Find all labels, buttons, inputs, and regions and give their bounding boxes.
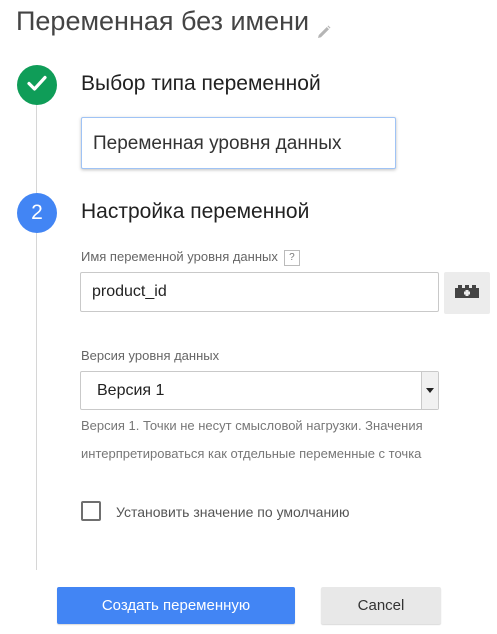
step-1-title: Выбор типа переменной <box>81 72 321 95</box>
page-title: Переменная без имени <box>16 6 331 38</box>
help-icon[interactable]: ? <box>283 250 300 266</box>
default-value-label[interactable]: Установить значение по умолчанию <box>116 504 350 520</box>
step-done-badge <box>17 65 57 105</box>
variable-name-label-text: Имя переменной уровня данных <box>81 249 278 264</box>
cancel-button[interactable]: Cancel <box>321 587 441 624</box>
data-layer-version-select[interactable]: Версия 1 <box>80 371 439 410</box>
chevron-down-icon <box>421 372 438 409</box>
stepper-line <box>36 100 37 570</box>
variable-name-input[interactable]: product_id <box>80 272 439 312</box>
step-2-badge: 2 <box>17 193 57 233</box>
default-value-checkbox[interactable] <box>81 501 101 521</box>
create-variable-button[interactable]: Создать переменную <box>57 587 295 624</box>
variable-name-label: Имя переменной уровня данных? <box>81 249 300 266</box>
version-description-line-2: интерпретироваться как отдельные перемен… <box>81 446 422 461</box>
lego-brick-icon <box>453 282 481 305</box>
variable-type-card[interactable]: Переменная уровня данных <box>81 117 396 169</box>
variable-name-title: Переменная без имени <box>16 6 310 36</box>
checkmark-icon <box>26 72 48 99</box>
version-description-line-1: Версия 1. Точки не несут смысловой нагру… <box>81 418 423 433</box>
data-layer-version-label: Версия уровня данных <box>81 348 220 363</box>
pencil-icon[interactable] <box>317 15 331 38</box>
data-layer-version-value: Версия 1 <box>97 382 165 399</box>
step-2-title: Настройка переменной <box>81 200 310 223</box>
insert-variable-button[interactable] <box>444 272 490 314</box>
